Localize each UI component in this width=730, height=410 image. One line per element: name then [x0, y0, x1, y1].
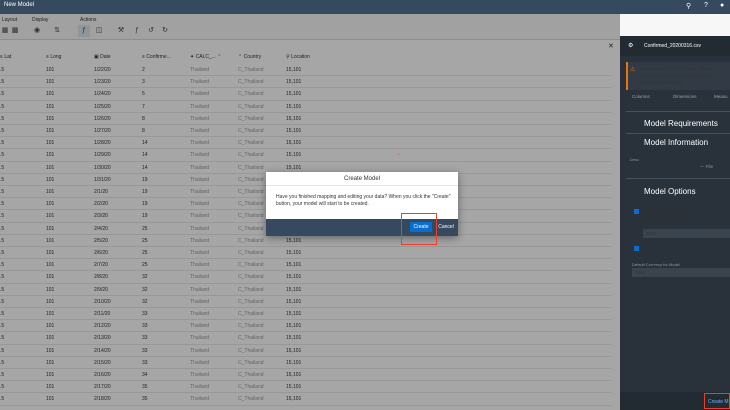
- cancel-button[interactable]: Cancel: [436, 222, 456, 232]
- create-button-highlight: [401, 213, 437, 245]
- divider: [626, 178, 730, 179]
- info-text-2: Any work done on the sample will be: [640, 73, 714, 78]
- enable-planning-label: Enable Planning: [643, 209, 680, 215]
- chevron-down-icon[interactable]: ⌄: [630, 187, 636, 195]
- section-model-requirements[interactable]: Model Requirements: [644, 119, 718, 128]
- stat-dimensions-value: 3: [673, 100, 676, 106]
- stat-measures-label: Measu: [714, 94, 728, 99]
- planning-date-dimension-label: Planning Date Dimension: [643, 220, 694, 225]
- default-currency-label: Default Currency for Model: [632, 262, 680, 267]
- currency-value: EUR: [636, 270, 646, 275]
- file-icon: ⚙: [628, 43, 634, 49]
- date-dimension-value: Date: [647, 231, 657, 236]
- dialog-title: Create Model: [266, 172, 458, 186]
- desc-value[interactable]: Confirmed_20200316.csv: [630, 164, 681, 169]
- divider: [626, 111, 730, 112]
- search-icon[interactable]: ⚲: [686, 2, 691, 10]
- currency-select[interactable]: [632, 268, 730, 277]
- divider: [626, 133, 730, 134]
- create-model-button[interactable]: Create M: [708, 399, 729, 405]
- app-title: New Model: [4, 2, 35, 8]
- panel-filename: Confirmed_20200316.csv: [644, 43, 701, 49]
- notification-icon[interactable]: ●: [720, 2, 724, 9]
- enable-planning-checkbox[interactable]: [634, 209, 639, 214]
- section-model-information[interactable]: Model Information: [644, 138, 708, 147]
- warning-icon: ⚠: [630, 67, 636, 73]
- stat-columns-value: 8: [632, 100, 635, 106]
- title-bar: [0, 0, 730, 14]
- desc-suffix: — File: [700, 164, 714, 169]
- info-text-1: Data uploaded: 24,300 rows. Sample: [640, 66, 715, 71]
- help-icon[interactable]: ?: [704, 2, 708, 9]
- stat-columns-label: Columns: [632, 94, 650, 99]
- fill-empty-checkbox[interactable]: [634, 246, 639, 251]
- section-model-options[interactable]: Model Options: [644, 187, 696, 196]
- info-icon[interactable]: ⓘ: [706, 220, 711, 227]
- fill-empty-label: Fill empty ID cells with the "#" value: [643, 246, 714, 251]
- dialog-message: Have you finished mapping and editing yo…: [276, 194, 451, 207]
- chevron-down-icon[interactable]: ⌄: [630, 138, 636, 146]
- cursor-marker: –: [397, 152, 400, 158]
- stat-dimensions-label: Dimensions: [673, 94, 697, 99]
- info-text-3: during model creation.: [640, 80, 685, 85]
- stat-measures-value: 1: [714, 100, 717, 106]
- desc-label: Desc: [630, 157, 640, 162]
- chevron-right-icon[interactable]: ›: [630, 119, 632, 126]
